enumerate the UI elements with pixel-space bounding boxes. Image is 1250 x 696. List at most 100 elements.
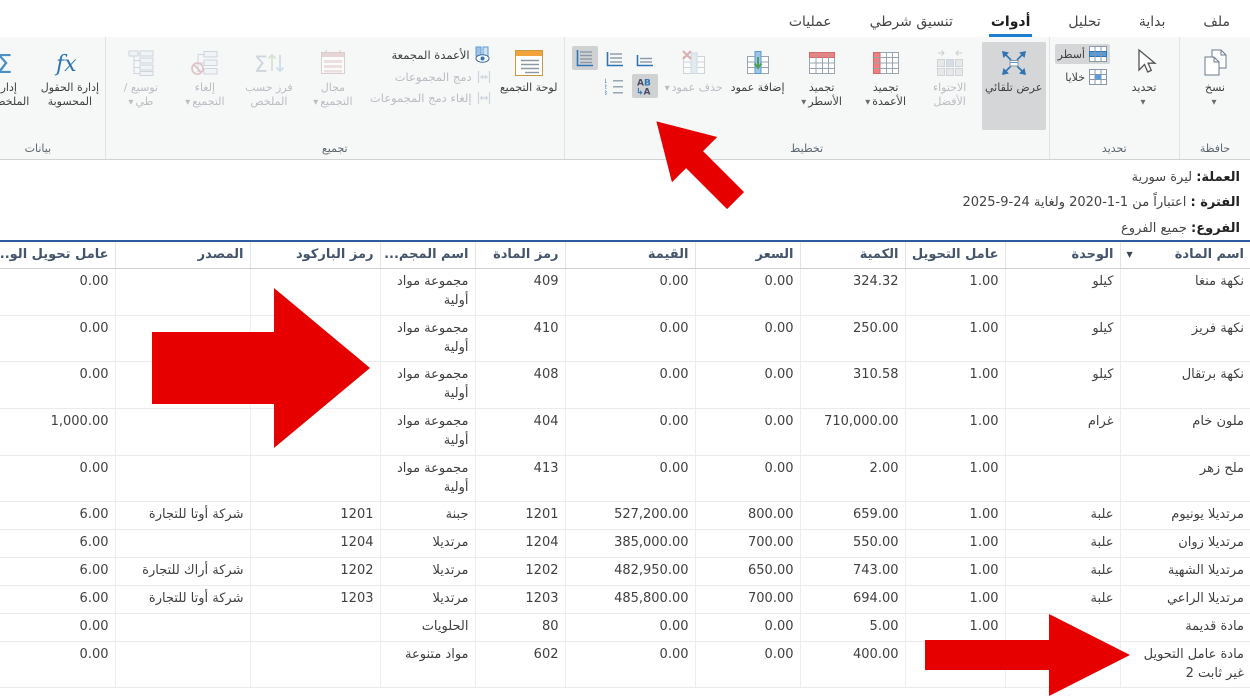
cell-conversion_factor[interactable]: 1.00 xyxy=(905,530,1005,558)
cell-unit_conversion_factor[interactable]: 0.00 xyxy=(0,641,115,688)
cell-barcode[interactable] xyxy=(250,613,380,641)
cell-group_name[interactable]: جبنة xyxy=(380,502,475,530)
cell-conversion_factor[interactable]: 1.00 xyxy=(905,362,1005,409)
cell-quantity[interactable]: 694.00 xyxy=(800,585,905,613)
column-header-unit[interactable]: الوحدة xyxy=(1005,241,1120,269)
cell-unit[interactable]: علبة xyxy=(1005,585,1120,613)
column-header-price[interactable]: السعر xyxy=(695,241,800,269)
cell-source[interactable]: شركة أراك للتجارة xyxy=(115,558,250,586)
cell-group_name[interactable]: مواد متنوعة xyxy=(380,641,475,688)
freeze-rows-button[interactable]: تجميد الأسطر xyxy=(790,42,854,130)
cell-name[interactable]: نكهة منغا xyxy=(1120,269,1250,316)
cell-item_code[interactable]: 408 xyxy=(475,362,565,409)
select-cells-button[interactable]: خلايا xyxy=(1055,67,1110,87)
table-row[interactable]: مرتديلا الراعيعلبة1.00694.00700.00485,80… xyxy=(0,585,1250,613)
sort-dropdown-icon[interactable]: ▼ xyxy=(1127,247,1133,259)
cell-price[interactable]: 0.00 xyxy=(695,641,800,688)
cell-price[interactable]: 650.00 xyxy=(695,558,800,586)
grouped-columns-button[interactable]: الأعمدة المجمعة xyxy=(367,44,495,65)
cell-quantity[interactable]: 659.00 xyxy=(800,502,905,530)
copy-button[interactable]: نسخ xyxy=(1183,42,1247,130)
grouping-range-button[interactable]: مجال التجميع xyxy=(301,42,365,130)
cell-quantity[interactable]: 2.00 xyxy=(800,455,905,502)
cell-unit[interactable]: علبة xyxy=(1005,530,1120,558)
cell-unit_conversion_factor[interactable]: 0.00 xyxy=(0,613,115,641)
auto-width-button[interactable]: عرض تلقائي xyxy=(982,42,1046,130)
cell-value[interactable]: 0.00 xyxy=(565,455,695,502)
cell-conversion_factor[interactable]: 1.00 xyxy=(905,455,1005,502)
cell-group_name[interactable]: مجموعة مواد أولية xyxy=(380,269,475,316)
numbered-rows-button[interactable]: 123 xyxy=(602,74,628,98)
table-row[interactable]: مرتديلا الشهيةعلبة1.00743.00650.00482,95… xyxy=(0,558,1250,586)
cell-unit_conversion_factor[interactable]: 6.00 xyxy=(0,585,115,613)
cell-quantity[interactable]: 550.00 xyxy=(800,530,905,558)
cell-quantity[interactable]: 710,000.00 xyxy=(800,409,905,456)
column-header-conversion_factor[interactable]: عامل التحويل xyxy=(905,241,1005,269)
cell-barcode[interactable]: 1201 xyxy=(250,502,380,530)
cell-group_name[interactable]: الحلويات xyxy=(380,613,475,641)
tab-operations[interactable]: عمليات xyxy=(787,6,834,37)
cell-unit[interactable]: كيلو xyxy=(1005,315,1120,362)
expand-collapse-button[interactable]: توسيع / طي xyxy=(109,42,173,130)
cell-quantity[interactable]: 250.00 xyxy=(800,315,905,362)
cell-price[interactable]: 800.00 xyxy=(695,502,800,530)
cell-unit_conversion_factor[interactable]: 0.00 xyxy=(0,455,115,502)
cell-price[interactable]: 0.00 xyxy=(695,315,800,362)
tab-tools[interactable]: أدوات xyxy=(989,6,1033,37)
cell-unit_conversion_factor[interactable]: 0.00 xyxy=(0,315,115,362)
cell-name[interactable]: مادة قديمة xyxy=(1120,613,1250,641)
cell-name[interactable]: مادة عامل التحويل غير ثابت 2 xyxy=(1120,641,1250,688)
select-button[interactable]: تحديد xyxy=(1112,42,1176,130)
cell-group_name[interactable]: مرتديلا xyxy=(380,530,475,558)
cell-price[interactable]: 0.00 xyxy=(695,455,800,502)
cell-unit_conversion_factor[interactable]: 1,000.00 xyxy=(0,409,115,456)
cell-value[interactable]: 385,000.00 xyxy=(565,530,695,558)
best-fit-button[interactable]: الاحتواء الأفضل xyxy=(918,42,982,130)
cell-name[interactable]: ملون خام xyxy=(1120,409,1250,456)
cell-unit[interactable]: غرام xyxy=(1005,409,1120,456)
cell-item_code[interactable]: 410 xyxy=(475,315,565,362)
cell-group_name[interactable]: مرتديلا xyxy=(380,585,475,613)
column-header-value[interactable]: القيمة xyxy=(565,241,695,269)
select-rows-button[interactable]: أسطر xyxy=(1055,44,1110,64)
cell-value[interactable]: 485,800.00 xyxy=(565,585,695,613)
cell-unit_conversion_factor[interactable]: 6.00 xyxy=(0,558,115,586)
cell-value[interactable]: 0.00 xyxy=(565,362,695,409)
unmerge-groups-button[interactable]: إلغاء دمج المجموعات xyxy=(367,89,495,107)
tab-analysis[interactable]: تحليل xyxy=(1066,6,1102,37)
cell-item_code[interactable]: 1202 xyxy=(475,558,565,586)
cell-unit[interactable]: علبة xyxy=(1005,558,1120,586)
cell-name[interactable]: مرتديلا الراعي xyxy=(1120,585,1250,613)
cell-barcode[interactable] xyxy=(250,455,380,502)
cell-name[interactable]: نكهة فريز xyxy=(1120,315,1250,362)
cell-conversion_factor[interactable]: 1.00 xyxy=(905,585,1005,613)
cell-source[interactable] xyxy=(115,530,250,558)
cell-group_name[interactable]: مرتديلا xyxy=(380,558,475,586)
cell-item_code[interactable]: 404 xyxy=(475,409,565,456)
cell-conversion_factor[interactable]: 1.00 xyxy=(905,269,1005,316)
cell-barcode[interactable] xyxy=(250,641,380,688)
manage-summaries-button[interactable]: Σ إدارة الملخصات xyxy=(0,42,38,130)
cell-unit_conversion_factor[interactable]: 6.00 xyxy=(0,530,115,558)
cell-item_code[interactable]: 80 xyxy=(475,613,565,641)
grouping-panel-button[interactable]: لوحة التجميع xyxy=(497,42,561,130)
cell-price[interactable]: 0.00 xyxy=(695,362,800,409)
cell-price[interactable]: 700.00 xyxy=(695,585,800,613)
cell-quantity[interactable]: 5.00 xyxy=(800,613,905,641)
cell-unit[interactable] xyxy=(1005,455,1120,502)
cell-unit[interactable]: كيلو xyxy=(1005,362,1120,409)
freeze-columns-button[interactable]: تجميد الأعمدة xyxy=(854,42,918,130)
cell-group_name[interactable]: مجموعة مواد أولية xyxy=(380,362,475,409)
cell-quantity[interactable]: 743.00 xyxy=(800,558,905,586)
cell-group_name[interactable]: مجموعة مواد أولية xyxy=(380,315,475,362)
cell-unit[interactable]: كيلو xyxy=(1005,269,1120,316)
cell-item_code[interactable]: 1201 xyxy=(475,502,565,530)
cell-unit[interactable]: علبة xyxy=(1005,502,1120,530)
cell-name[interactable]: مرتديلا يونيوم xyxy=(1120,502,1250,530)
cell-value[interactable]: 0.00 xyxy=(565,315,695,362)
cell-group_name[interactable]: مجموعة مواد أولية xyxy=(380,409,475,456)
cell-value[interactable]: 0.00 xyxy=(565,409,695,456)
tab-file[interactable]: ملف xyxy=(1201,6,1232,37)
cell-name[interactable]: مرتديلا الشهية xyxy=(1120,558,1250,586)
cell-value[interactable]: 527,200.00 xyxy=(565,502,695,530)
